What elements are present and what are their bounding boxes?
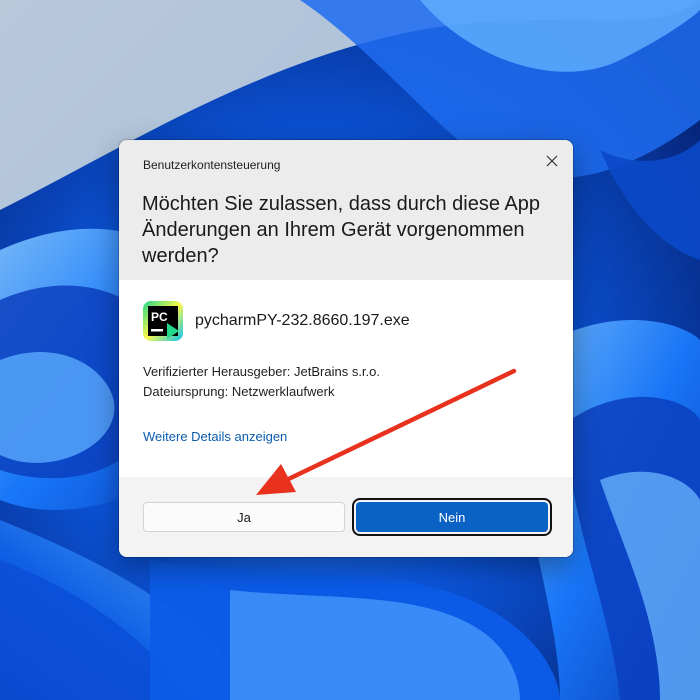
- desktop: Benutzerkontensteuerung Möchten Sie zula…: [0, 0, 700, 700]
- dialog-window-title: Benutzerkontensteuerung: [143, 158, 281, 172]
- close-icon: [546, 155, 558, 167]
- publisher-info: Verifizierter Herausgeber: JetBrains s.r…: [143, 362, 380, 402]
- uac-dialog: Benutzerkontensteuerung Möchten Sie zula…: [119, 140, 573, 557]
- uac-question: Möchten Sie zulassen, dass durch diese A…: [142, 193, 541, 267]
- more-details-link[interactable]: Weitere Details anzeigen: [143, 429, 287, 444]
- app-info-row: PC pycharmPY-232.8660.197.exe: [143, 300, 410, 342]
- app-name: pycharmPY-232.8660.197.exe: [195, 312, 410, 329]
- publisher-line: Verifizierter Herausgeber: JetBrains s.r…: [143, 364, 380, 379]
- pycharm-icon: PC: [143, 301, 183, 341]
- no-button[interactable]: Nein: [352, 498, 552, 536]
- origin-line: Dateiursprung: Netzwerklaufwerk: [143, 384, 335, 399]
- svg-text:PC: PC: [151, 310, 168, 324]
- close-button[interactable]: [537, 146, 567, 176]
- yes-button[interactable]: Ja: [143, 502, 345, 532]
